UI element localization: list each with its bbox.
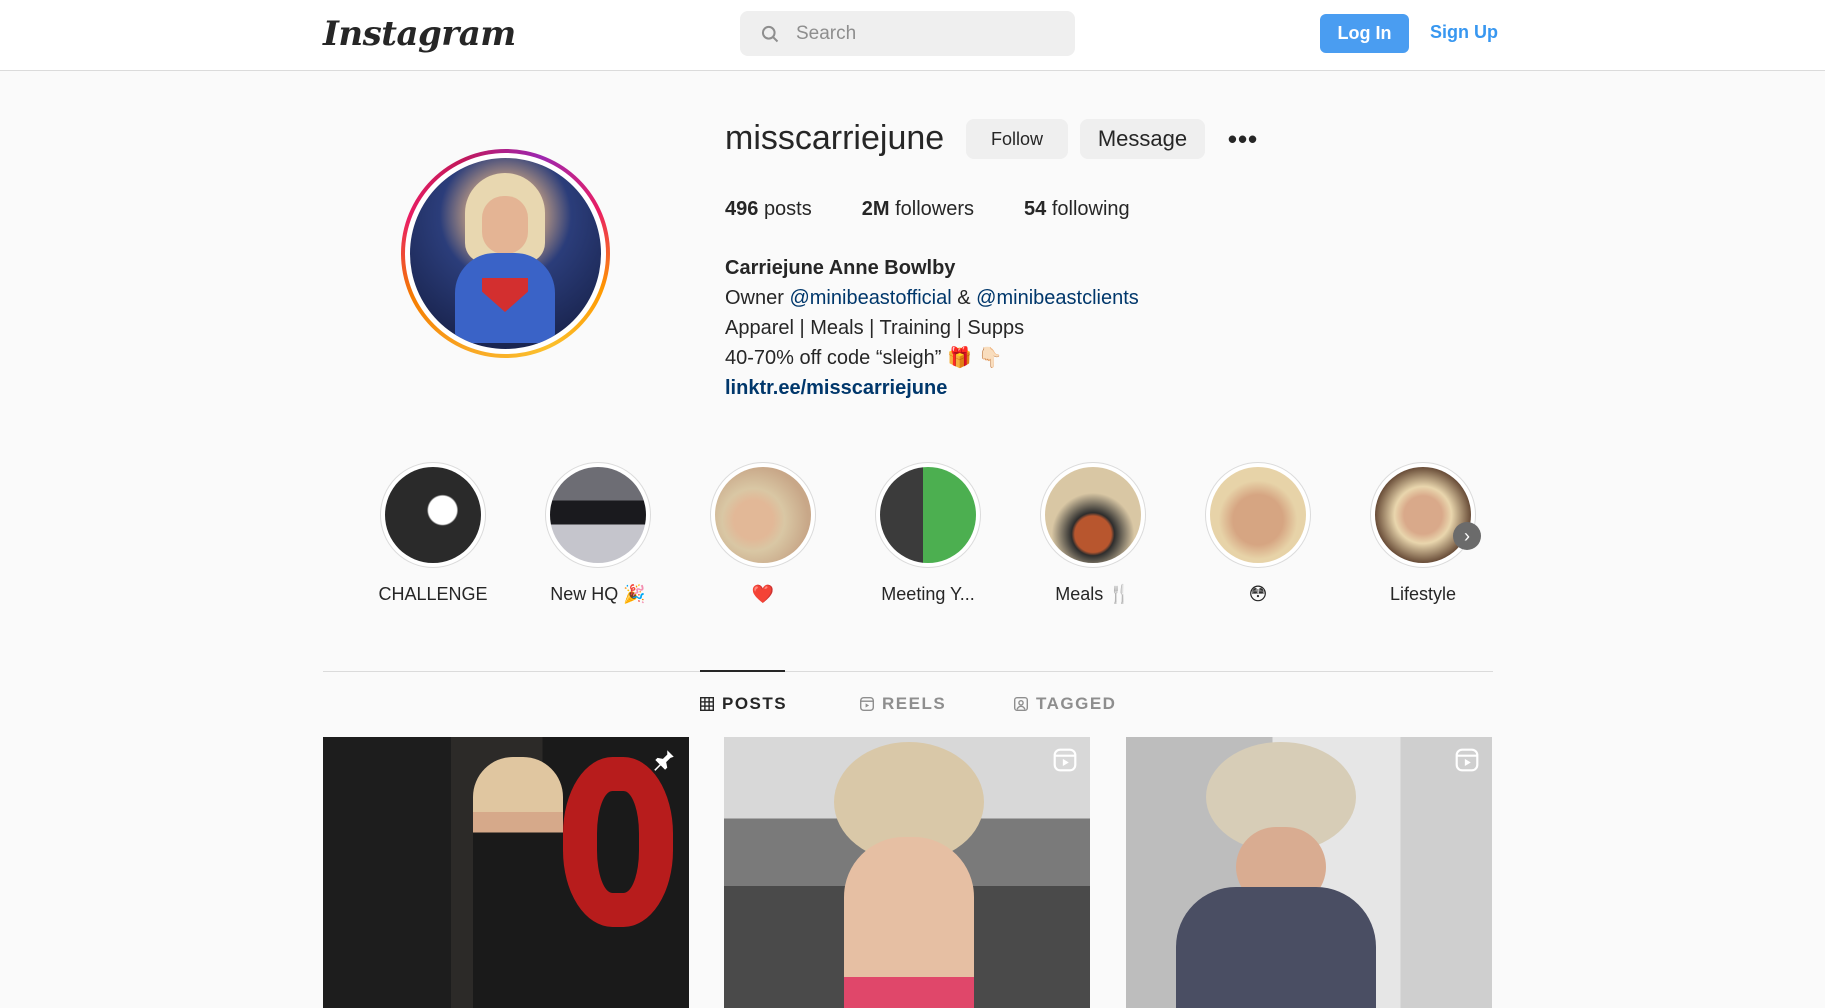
active-tab-indicator xyxy=(700,670,785,672)
highlight-label: Lifestyle xyxy=(1389,584,1457,604)
bio-external-link[interactable]: linktr.ee/misscarriejune xyxy=(725,373,1139,403)
search-icon xyxy=(761,25,779,42)
highlight-cover xyxy=(385,467,481,563)
followers-label: followers xyxy=(895,198,975,220)
mention-link-minibeastclients[interactable]: @minibeastclients xyxy=(976,287,1139,309)
highlight-item[interactable]: CHALLENGE xyxy=(378,462,488,605)
log-in-button[interactable]: Log In xyxy=(1320,14,1409,53)
highlight-cover xyxy=(880,467,976,563)
reels-icon xyxy=(860,697,874,711)
tab-reels-label: REELS xyxy=(882,694,947,713)
bio-owner-line: Owner @minibeastofficial & @minibeastcli… xyxy=(725,283,1139,313)
more-options-icon[interactable]: ••• xyxy=(1226,122,1260,156)
search-box[interactable] xyxy=(740,11,1075,56)
highlight-cover xyxy=(1045,467,1141,563)
search-input[interactable] xyxy=(796,22,1056,45)
followers-count: 2M xyxy=(861,198,890,220)
highlight-item[interactable]: Meals 🍴 xyxy=(1038,462,1148,605)
tab-tagged[interactable]: TAGGED xyxy=(1014,694,1116,714)
bio-line-services: Apparel | Meals | Training | Supps xyxy=(725,317,1025,339)
posts-count: 496 xyxy=(725,198,759,220)
highlight-label: New HQ 🎉 xyxy=(550,584,646,604)
highlight-cover xyxy=(715,467,811,563)
instagram-logo[interactable]: Instagram xyxy=(323,14,516,54)
posts-label: posts xyxy=(763,198,812,220)
reel-icon xyxy=(1053,748,1077,772)
story-highlights: CHALLENGE New HQ 🎉 ❤️ Meeting Y... Meals… xyxy=(378,462,1496,612)
tab-posts-label: POSTS xyxy=(722,694,788,713)
highlight-label: Meeting Y... xyxy=(881,584,975,604)
following-count: 54 xyxy=(1024,198,1047,220)
highlight-label: ❤️ xyxy=(751,584,775,604)
top-nav-bar: Instagram Log In Sign Up xyxy=(0,0,1825,71)
tab-reels[interactable]: REELS xyxy=(860,694,946,714)
posts-stat: 496 posts xyxy=(725,198,812,221)
pin-icon xyxy=(654,750,674,771)
highlight-item[interactable]: New HQ 🎉 xyxy=(543,462,653,605)
followers-stat[interactable]: 2M followers xyxy=(862,198,974,221)
highlight-item[interactable]: ❤️ xyxy=(708,462,818,605)
reel-icon xyxy=(1455,748,1479,772)
tab-tagged-label: TAGGED xyxy=(1036,694,1117,713)
tab-posts[interactable]: POSTS xyxy=(700,694,787,714)
highlight-cover xyxy=(1375,467,1471,563)
highlight-label: CHALLENGE xyxy=(378,584,488,604)
tagged-icon xyxy=(1014,697,1028,711)
highlight-item[interactable]: 😳 xyxy=(1203,462,1313,605)
bio-line-promo: 40-70% off code “sleigh” 🎁 👇🏻 xyxy=(725,347,1003,369)
highlight-cover xyxy=(550,467,646,563)
highlight-item[interactable]: Meeting Y... xyxy=(873,462,983,605)
profile-bio: Carriejune Anne Bowlby Owner @minibeasto… xyxy=(725,253,1139,403)
mention-link-minibeastofficial[interactable]: @minibeastofficial xyxy=(789,287,951,309)
following-stat[interactable]: 54 following xyxy=(1024,198,1130,221)
bio-ampersand: & xyxy=(957,287,971,309)
profile-full-name: Carriejune Anne Bowlby xyxy=(725,257,956,279)
tabs-divider xyxy=(323,671,1493,672)
follow-button[interactable]: Follow xyxy=(966,119,1068,159)
following-label: following xyxy=(1051,198,1130,220)
highlight-label: 😳 xyxy=(1248,584,1268,604)
highlights-next-arrow-icon[interactable]: › xyxy=(1453,522,1481,550)
highlight-label: Meals 🍴 xyxy=(1055,584,1131,604)
profile-avatar xyxy=(410,158,601,349)
post-thumbnail[interactable] xyxy=(323,737,689,1008)
bio-owner-prefix: Owner xyxy=(725,287,784,309)
highlight-cover xyxy=(1210,467,1306,563)
message-button[interactable]: Message xyxy=(1080,119,1205,159)
grid-icon xyxy=(700,697,714,711)
profile-avatar-story-ring[interactable] xyxy=(401,149,610,358)
profile-username: misscarriejune xyxy=(725,119,945,157)
post-thumbnail[interactable] xyxy=(724,737,1090,1008)
profile-stats: 496 posts 2M followers 54 following xyxy=(725,198,1130,221)
post-thumbnail[interactable] xyxy=(1126,737,1492,1008)
sign-up-link[interactable]: Sign Up xyxy=(1430,22,1498,43)
